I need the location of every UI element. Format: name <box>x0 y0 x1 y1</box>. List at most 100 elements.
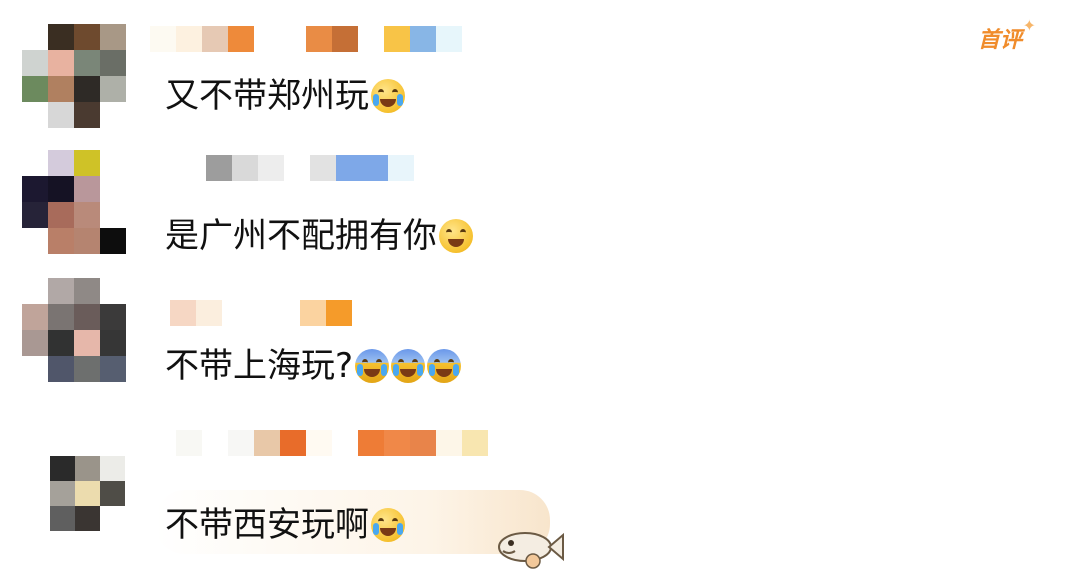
username-pixel <box>228 430 254 456</box>
avatar-pixel <box>22 176 48 202</box>
username-blurred[interactable] <box>150 430 488 456</box>
username-blurred[interactable] <box>180 155 414 181</box>
comment-body: 不带西安玩啊 <box>165 505 369 545</box>
username-pixel <box>202 430 228 456</box>
username-pixel <box>436 26 462 52</box>
username-pixel <box>280 430 306 456</box>
crying-emoji-icon <box>391 349 426 383</box>
username-pixel <box>358 26 384 52</box>
avatar-pixel <box>48 102 74 128</box>
username-pixel <box>336 155 362 181</box>
username-pixel <box>274 300 300 326</box>
username-blurred[interactable] <box>150 26 462 52</box>
username-pixel <box>258 155 284 181</box>
avatar-pixel <box>100 330 126 356</box>
username-pixel <box>206 155 232 181</box>
laugh-cry-emoji-icon <box>371 79 405 113</box>
avatar-pixel <box>100 506 125 531</box>
avatar-pixel <box>75 481 100 506</box>
avatar-pixel <box>75 456 100 481</box>
username-pixel <box>410 430 436 456</box>
avatar-pixel <box>22 24 48 50</box>
username-blurred[interactable] <box>170 300 352 326</box>
avatar-pixel <box>22 202 48 228</box>
avatar-pixel <box>22 356 48 382</box>
username-pixel <box>300 300 326 326</box>
avatar-pixel <box>50 481 75 506</box>
username-pixel <box>170 300 196 326</box>
comment-text: 又不带郑州玩 <box>165 76 405 116</box>
crying-emoji-icon <box>427 349 462 383</box>
first-comment-badge: 首评 ✦ <box>978 16 1036 54</box>
avatar-pixel <box>100 176 126 202</box>
avatar-pixel <box>100 50 126 76</box>
comment-body: 不带上海玩? <box>165 346 354 386</box>
username-pixel <box>228 26 254 52</box>
fish-sticker-icon <box>498 532 564 569</box>
avatar-pixel <box>48 76 74 102</box>
avatar-pixel <box>74 50 100 76</box>
sparkle-icon: ✦ <box>1022 16 1037 35</box>
avatar-pixel <box>100 481 125 506</box>
avatar-pixel <box>22 330 48 356</box>
username-pixel <box>332 26 358 52</box>
avatar-pixel <box>74 202 100 228</box>
avatar-pixel <box>74 176 100 202</box>
avatar[interactable] <box>50 456 125 531</box>
comment-text: 不带上海玩? <box>165 346 462 386</box>
username-pixel <box>196 300 222 326</box>
avatar-pixel <box>100 356 126 382</box>
avatar-pixel <box>74 278 100 304</box>
avatar-pixel <box>74 330 100 356</box>
username-pixel <box>436 430 462 456</box>
username-pixel <box>232 155 258 181</box>
avatar-pixel <box>75 506 100 531</box>
username-pixel <box>358 430 384 456</box>
username-pixel <box>388 155 414 181</box>
avatar[interactable] <box>22 150 126 254</box>
avatar-pixel <box>74 76 100 102</box>
first-comment-label: 首评 <box>978 28 1023 53</box>
username-pixel <box>306 26 332 52</box>
username-pixel <box>310 155 336 181</box>
sweat-smile-emoji-icon <box>439 219 473 253</box>
username-pixel <box>176 430 202 456</box>
username-pixel <box>462 430 488 456</box>
avatar-pixel <box>48 356 74 382</box>
comment-text: 是广州不配拥有你 <box>165 216 473 256</box>
sobbing-emoji-icon <box>371 508 405 542</box>
avatar-pixel <box>74 356 100 382</box>
avatar-pixel <box>48 24 74 50</box>
avatar-pixel <box>100 228 126 254</box>
username-pixel <box>280 26 306 52</box>
avatar[interactable] <box>22 278 126 382</box>
avatar-pixel <box>74 102 100 128</box>
avatar-pixel <box>100 202 126 228</box>
username-pixel <box>248 300 274 326</box>
avatar-pixel <box>48 304 74 330</box>
avatar-pixel <box>22 50 48 76</box>
avatar[interactable] <box>22 24 126 128</box>
comment-body: 又不带郑州玩 <box>165 76 369 116</box>
avatar-pixel <box>100 102 126 128</box>
avatar-pixel <box>74 228 100 254</box>
avatar-pixel <box>100 150 126 176</box>
username-pixel <box>284 155 310 181</box>
avatar-pixel <box>48 176 74 202</box>
avatar-pixel <box>100 278 126 304</box>
username-pixel <box>306 430 332 456</box>
avatar-pixel <box>48 330 74 356</box>
username-pixel <box>150 430 176 456</box>
avatar-pixel <box>100 24 126 50</box>
username-pixel <box>202 26 228 52</box>
comment-body: 是广州不配拥有你 <box>165 216 437 256</box>
avatar-pixel <box>48 228 74 254</box>
avatar-pixel <box>100 304 126 330</box>
username-pixel <box>254 26 280 52</box>
avatar-pixel <box>22 228 48 254</box>
username-pixel <box>254 430 280 456</box>
username-pixel <box>222 300 248 326</box>
username-pixel <box>180 155 206 181</box>
username-pixel <box>410 26 436 52</box>
username-pixel <box>384 430 410 456</box>
